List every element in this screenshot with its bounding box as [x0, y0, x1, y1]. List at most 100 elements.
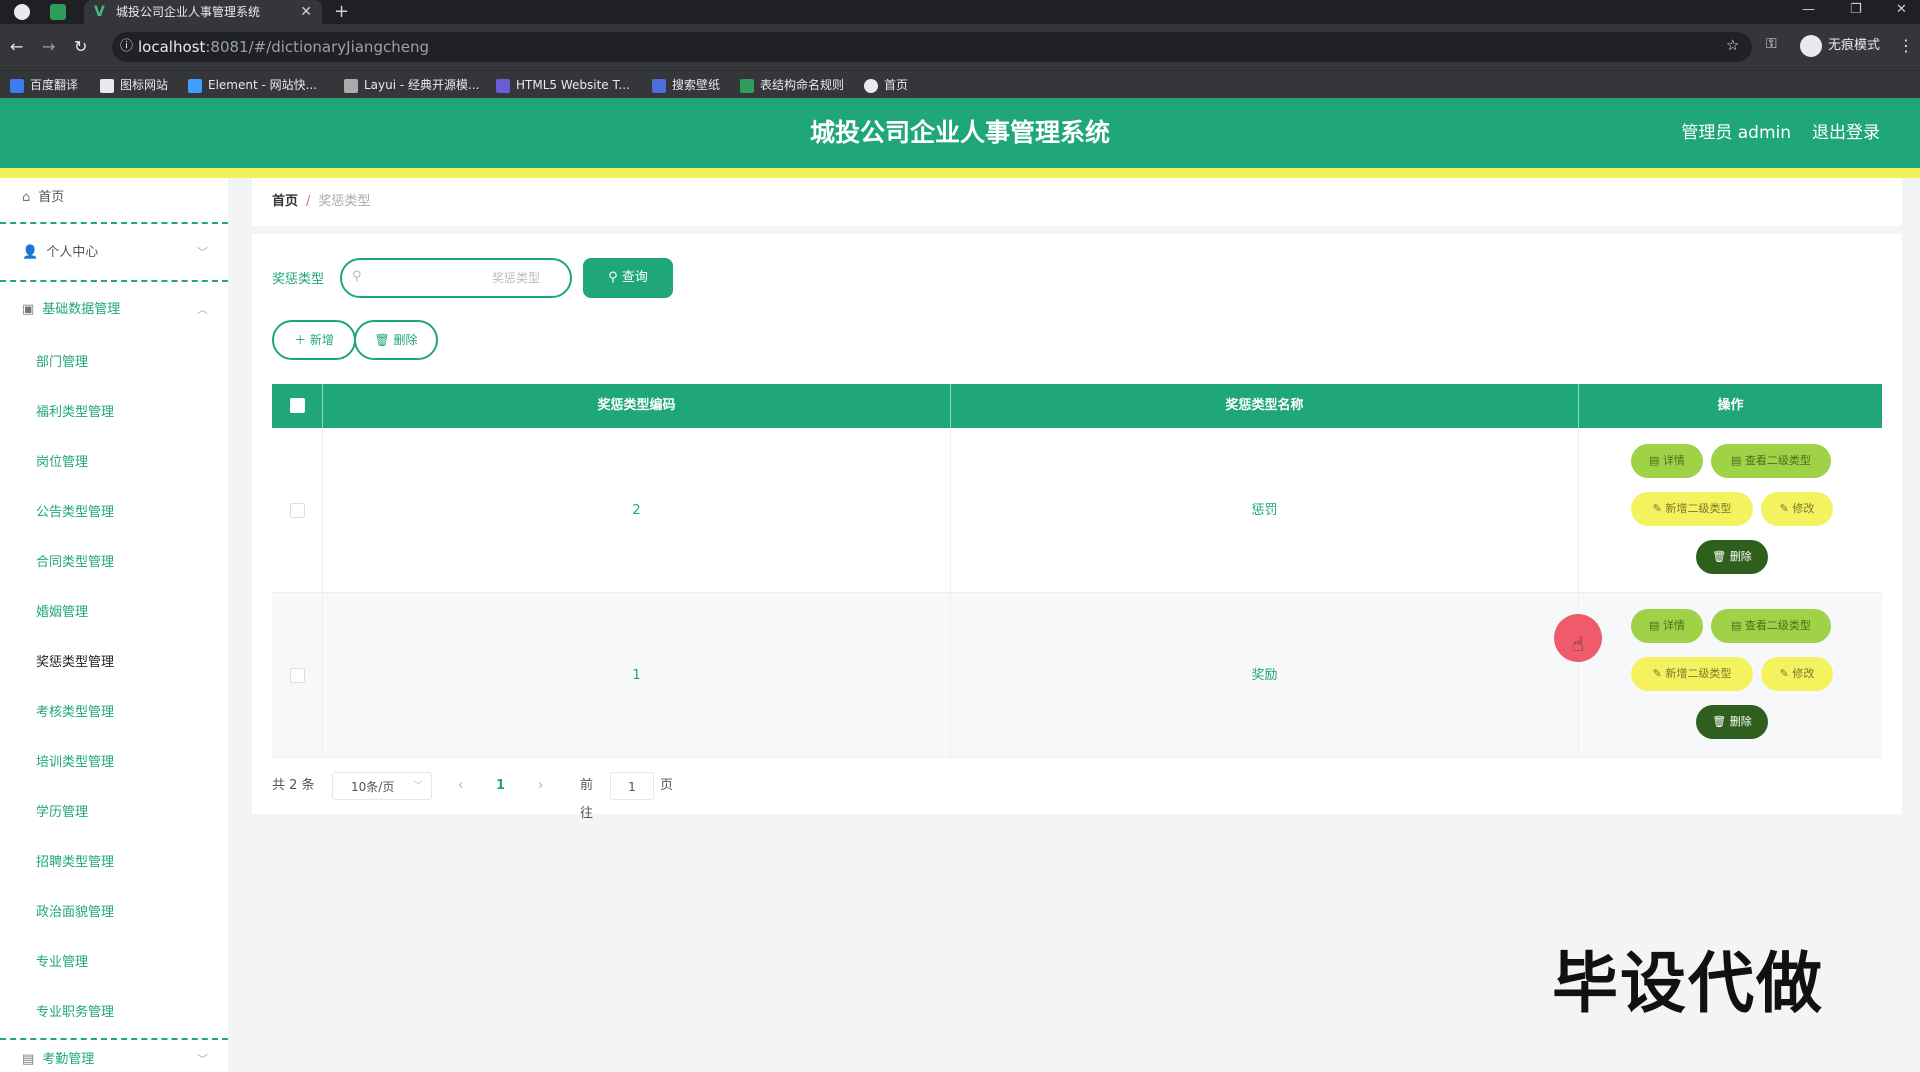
bookmark-item[interactable]: Layui - 经典开源模... — [344, 71, 479, 99]
edit-button[interactable]: ✎ 修改 — [1761, 492, 1833, 526]
sidebar-item-marriage[interactable]: 婚姻管理 — [0, 588, 228, 638]
goto-page-input[interactable]: 1 — [610, 772, 654, 800]
breadcrumb-separator: / — [306, 194, 311, 209]
sidebar-group-attendance[interactable]: ▤ 考勤管理 ﹀ — [0, 1038, 228, 1072]
column-header-actions: 操作 — [1717, 398, 1744, 413]
active-tab[interactable]: V 城投公司企业人事管理系统 ✕ — [84, 0, 322, 24]
detail-button[interactable]: ▤ 详情 — [1631, 444, 1703, 478]
cell-name: 惩罚 — [951, 428, 1579, 593]
pencil-icon: ✎ — [1652, 502, 1666, 515]
plus-icon: ＋ — [294, 333, 310, 347]
row-checkbox[interactable] — [290, 668, 305, 683]
browser-tabbar: V 城投公司企业人事管理系统 ✕ + — ❐ ✕ — [0, 0, 1920, 24]
search-input[interactable] — [372, 260, 568, 296]
bookmark-item[interactable]: 图标网站 — [100, 71, 168, 99]
reload-icon[interactable]: ↻ — [74, 36, 87, 58]
sidebar-item-post[interactable]: 岗位管理 — [0, 438, 228, 488]
back-icon[interactable]: ← — [10, 36, 23, 58]
wallpaper-icon — [652, 78, 666, 93]
query-button[interactable]: ⚲ 查询 — [583, 258, 673, 298]
search-icon: ⚲ — [608, 270, 622, 285]
minimize-icon[interactable]: — — [1802, 0, 1815, 20]
database-icon: ▣ — [22, 302, 35, 317]
pinned-tab-icon[interactable] — [50, 4, 66, 20]
incognito-indicator[interactable]: 无痕模式 — [1800, 34, 1880, 58]
hand-cursor-icon: ☝ — [1572, 632, 1585, 656]
next-page-icon[interactable]: › — [538, 772, 543, 800]
sidebar-item-reward-type[interactable]: 奖惩类型管理 — [0, 638, 228, 688]
sidebar-item-major[interactable]: 专业管理 — [0, 938, 228, 988]
content-card: 奖惩类型 ⚲ ⚲ 查询 ＋ 新增 🗑 删除 奖惩类型编码 奖惩类型名称 操作 2… — [252, 234, 1902, 821]
sidebar-item-personal[interactable]: 👤 个人中心 ﹀ — [0, 224, 228, 282]
sidebar-item-department[interactable]: 部门管理 — [0, 338, 228, 388]
add-sub-type-button[interactable]: ✎ 新增二级类型 — [1631, 657, 1753, 691]
pencil-icon: ✎ — [1779, 667, 1793, 680]
page-number[interactable]: 1 — [496, 772, 505, 800]
detail-button[interactable]: ▤ 详情 — [1631, 609, 1703, 643]
browser-icon[interactable] — [14, 4, 30, 20]
select-all-cell — [272, 384, 323, 428]
sidebar-item-education[interactable]: 学历管理 — [0, 788, 228, 838]
breadcrumb-home[interactable]: 首页 — [272, 194, 298, 209]
add-sub-type-button[interactable]: ✎ 新增二级类型 — [1631, 492, 1753, 526]
chevron-down-icon: ﹀ — [197, 246, 208, 259]
delete-button[interactable]: 🗑 删除 — [1696, 540, 1768, 574]
new-tab-icon[interactable]: + — [334, 0, 349, 24]
sidebar-group-base[interactable]: ▣ 基础数据管理 ︿ — [0, 282, 228, 338]
goto-label: 前往 — [580, 778, 594, 821]
cell-code: 2 — [323, 428, 951, 593]
logout-button[interactable]: 退出登录 — [1812, 98, 1880, 168]
sidebar-item-political[interactable]: 政治面貌管理 — [0, 888, 228, 938]
trash-icon: 🗑 — [1712, 715, 1730, 728]
batch-delete-button[interactable]: 🗑 删除 — [354, 320, 438, 360]
sidebar-item-training-type[interactable]: 培训类型管理 — [0, 738, 228, 788]
url-field[interactable]: ⓘ localhost:8081/#/dictionaryJiangcheng — [112, 32, 1752, 62]
row-checkbox[interactable] — [290, 503, 305, 518]
bookmark-item[interactable]: 百度翻译 — [10, 71, 78, 99]
table-row: 2 惩罚 ▤ 详情 ▤ 查看二级类型 ✎ 新增二级类型 ✎ 修改 🗑 删除 — [272, 428, 1882, 593]
bookmark-item[interactable]: HTML5 Website T... — [496, 71, 630, 99]
sheet-icon — [740, 78, 754, 93]
sidebar-item-notice-type[interactable]: 公告类型管理 — [0, 488, 228, 538]
watermark: 毕设代做 — [1552, 945, 1824, 1022]
sidebar-item-recruit-type[interactable]: 招聘类型管理 — [0, 838, 228, 888]
bookmark-item[interactable]: 搜索壁纸 — [652, 71, 720, 99]
view-sub-type-button[interactable]: ▤ 查看二级类型 — [1711, 609, 1831, 643]
prev-page-icon[interactable]: ‹ — [458, 772, 463, 800]
breadcrumb: 首页 / 奖惩类型 — [252, 178, 1902, 226]
close-tab-icon[interactable]: ✕ — [300, 0, 312, 24]
sidebar-item-welfare[interactable]: 福利类型管理 — [0, 388, 228, 438]
bookmark-star-icon[interactable]: ☆ — [1726, 36, 1739, 54]
site-info-icon[interactable]: ⓘ — [120, 32, 133, 62]
row-checkbox-cell — [272, 428, 323, 593]
sidebar-item-home[interactable]: ⌂ 首页 — [0, 178, 228, 224]
add-button[interactable]: ＋ 新增 — [272, 320, 356, 360]
forward-icon[interactable]: → — [42, 36, 55, 58]
pagination-total: 共 2 条 — [272, 778, 315, 793]
select-all-checkbox[interactable] — [290, 398, 305, 413]
bookmark-item[interactable]: Element - 网站快... — [188, 71, 317, 99]
cell-name: 奖励 — [951, 593, 1579, 758]
close-window-icon[interactable]: ✕ — [1896, 0, 1907, 20]
key-icon[interactable]: ⚿ — [1766, 36, 1777, 52]
column-header-code: 奖惩类型编码 — [323, 384, 951, 428]
vue-icon: V — [94, 4, 105, 20]
restore-icon[interactable]: ❐ — [1850, 0, 1862, 20]
page-size-select[interactable]: 10条/页 ﹀ — [332, 772, 432, 800]
browser-menu-icon[interactable]: ⋮ — [1898, 36, 1914, 55]
bookmark-item[interactable]: 表结构命名规则 — [740, 71, 844, 99]
bookmark-item[interactable]: 首页 — [864, 71, 908, 99]
admin-label: 管理员 admin — [1681, 123, 1791, 143]
doc-icon: ▤ — [1649, 619, 1663, 632]
header-stripe — [0, 168, 1920, 178]
delete-button[interactable]: 🗑 删除 — [1696, 705, 1768, 739]
sidebar-item-major-post[interactable]: 专业职务管理 — [0, 988, 228, 1038]
sidebar-item-assessment-type[interactable]: 考核类型管理 — [0, 688, 228, 738]
doc-icon: ▤ — [1731, 454, 1745, 467]
sidebar-item-contract-type[interactable]: 合同类型管理 — [0, 538, 228, 588]
edit-button[interactable]: ✎ 修改 — [1761, 657, 1833, 691]
user-icon: 👤 — [22, 245, 39, 260]
cell-code: 1 — [323, 593, 951, 758]
column-header-name: 奖惩类型名称 — [951, 384, 1579, 428]
view-sub-type-button[interactable]: ▤ 查看二级类型 — [1711, 444, 1831, 478]
